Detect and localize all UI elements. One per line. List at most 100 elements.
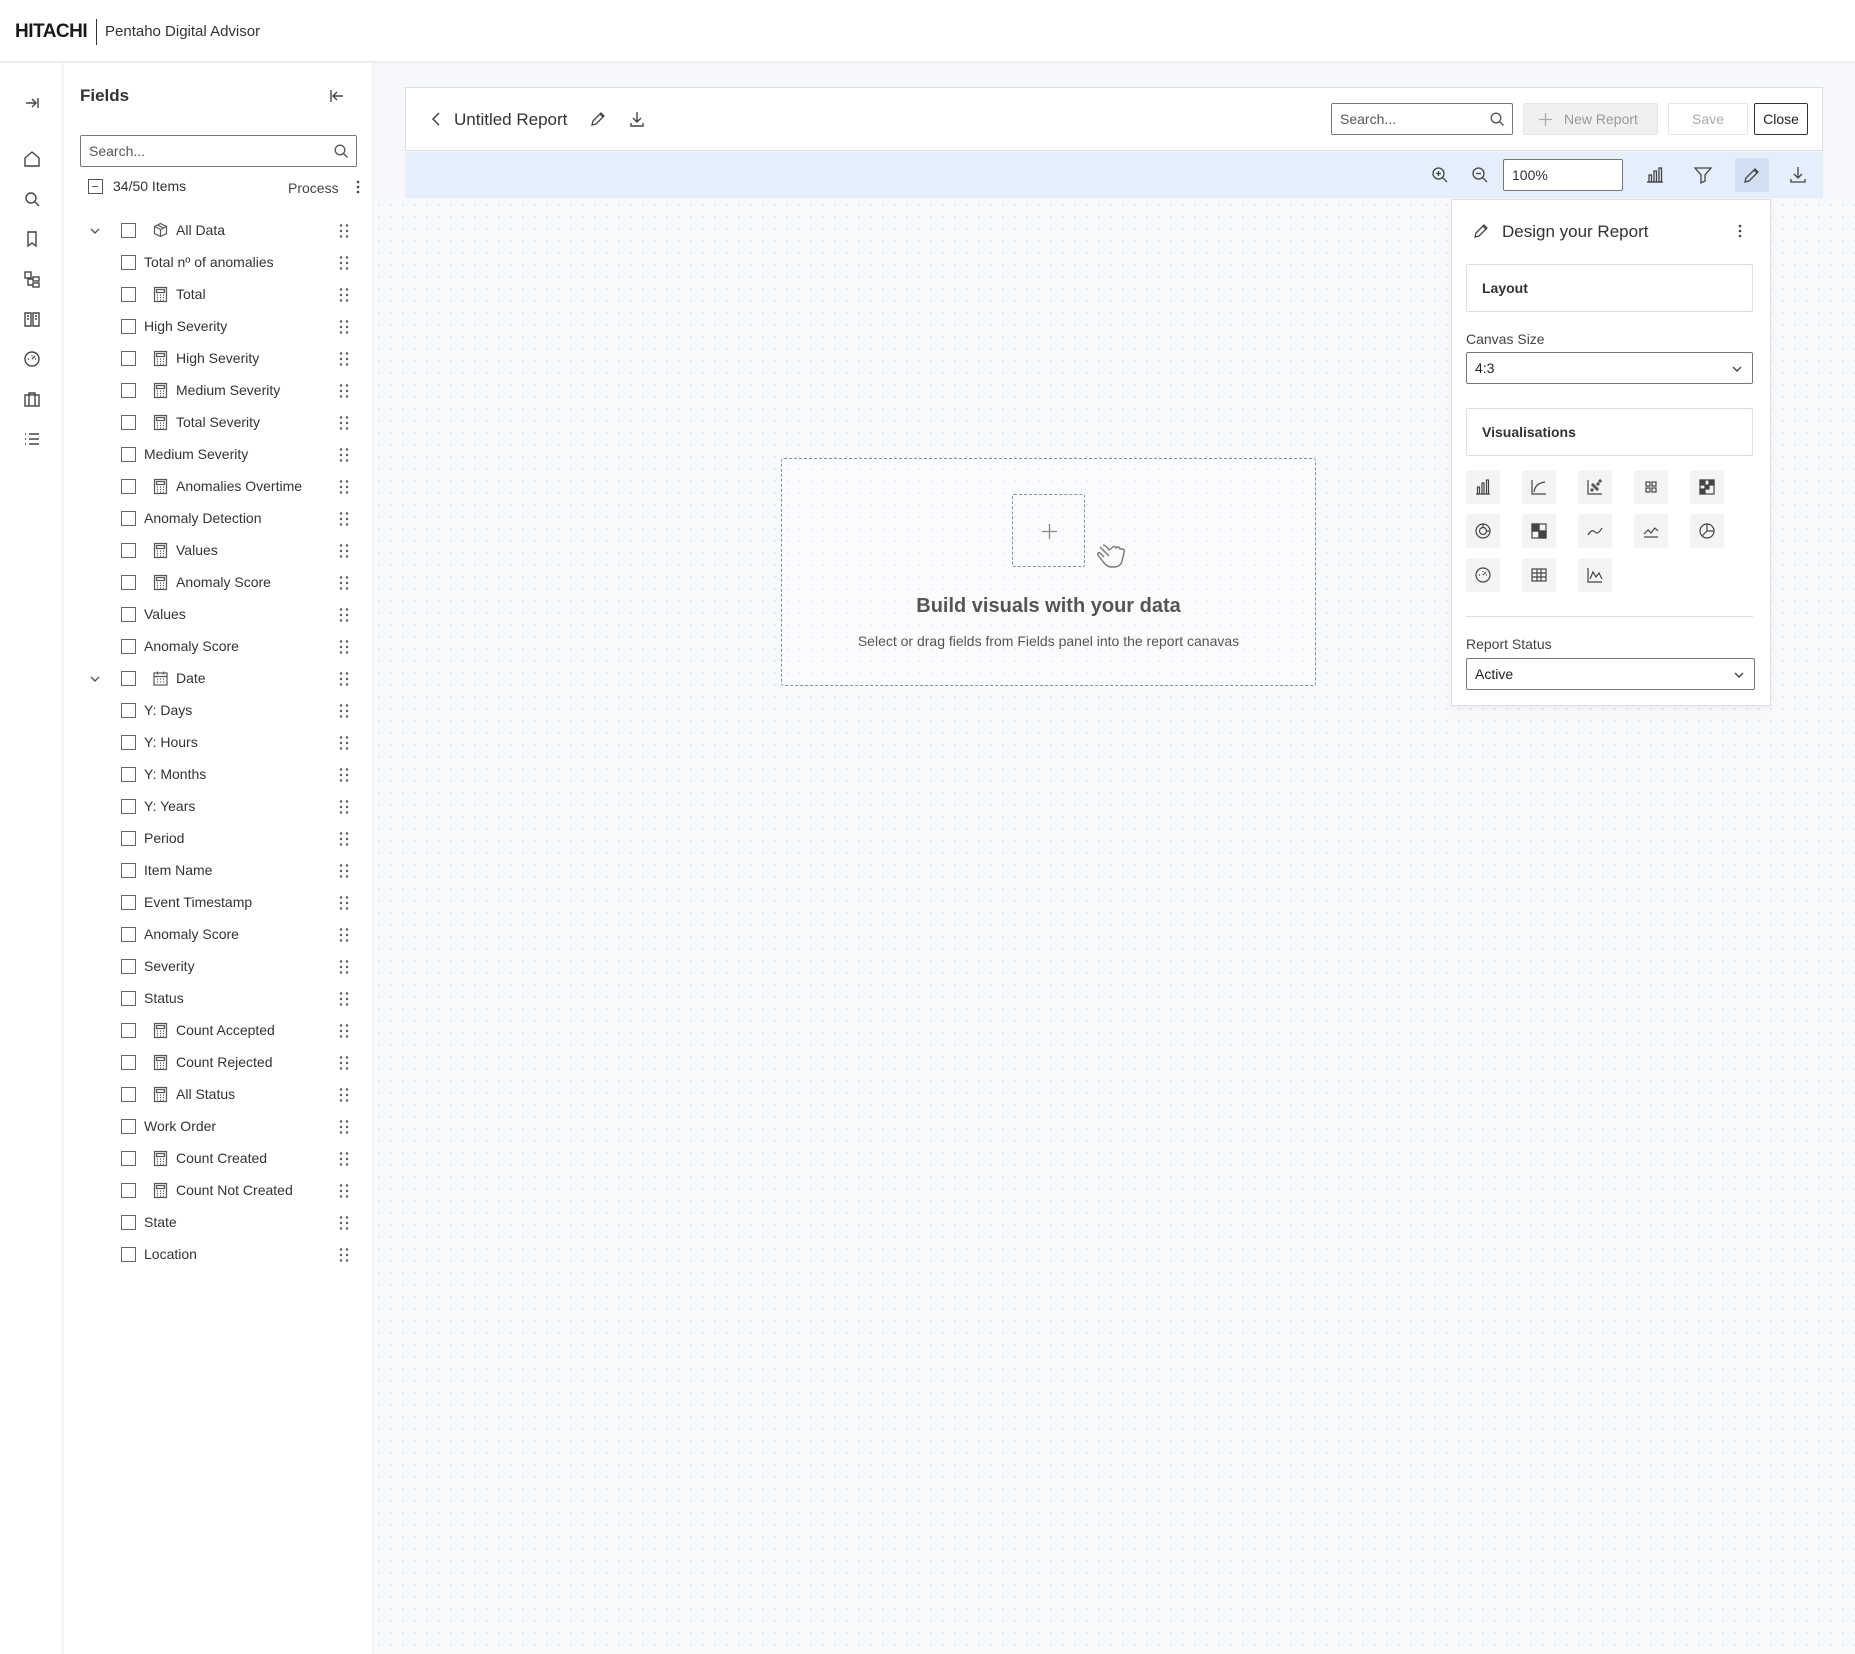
drag-handle-icon[interactable] [337, 863, 351, 879]
field-row[interactable]: Anomaly Score [64, 570, 354, 596]
pie-chart-icon[interactable] [1690, 514, 1724, 548]
search-icon[interactable] [333, 143, 349, 159]
drag-handle-icon[interactable] [337, 543, 351, 559]
drag-handle-icon[interactable] [337, 895, 351, 911]
field-checkbox[interactable] [121, 959, 136, 974]
drag-handle-icon[interactable] [337, 927, 351, 943]
field-checkbox[interactable] [121, 1215, 136, 1230]
drag-handle-icon[interactable] [337, 671, 351, 687]
field-row[interactable]: Total nº of anomalies [64, 250, 354, 276]
field-row[interactable]: Count Rejected [64, 1050, 354, 1076]
select-all-checkbox[interactable] [88, 179, 103, 194]
filter-icon[interactable] [1693, 165, 1713, 185]
field-row[interactable]: Count Accepted [64, 1018, 354, 1044]
field-checkbox[interactable] [121, 255, 136, 270]
field-checkbox[interactable] [121, 1055, 136, 1070]
field-row[interactable]: High Severity [64, 314, 354, 340]
drag-handle-icon[interactable] [337, 1087, 351, 1103]
field-row[interactable]: State [64, 1210, 354, 1236]
list-icon[interactable] [22, 429, 42, 449]
visualisations-section[interactable]: Visualisations [1466, 408, 1753, 456]
field-row[interactable]: Anomaly Detection [64, 506, 354, 532]
field-row[interactable]: Work Order [64, 1114, 354, 1140]
download-icon[interactable] [1788, 165, 1808, 185]
field-checkbox[interactable] [121, 319, 136, 334]
field-checkbox[interactable] [121, 735, 136, 750]
field-checkbox[interactable] [121, 1119, 136, 1134]
field-row[interactable]: Status [64, 986, 354, 1012]
drag-handle-icon[interactable] [337, 1215, 351, 1231]
process-button[interactable]: Process [288, 180, 339, 196]
line-chart-icon[interactable] [1578, 514, 1612, 548]
field-checkbox[interactable] [121, 767, 136, 782]
heatmap-icon[interactable] [1690, 470, 1724, 504]
chevron-down-icon[interactable] [88, 672, 102, 686]
drag-handle-icon[interactable] [337, 767, 351, 783]
drag-handle-icon[interactable] [337, 799, 351, 815]
drag-handle-icon[interactable] [337, 415, 351, 431]
field-checkbox[interactable] [121, 895, 136, 910]
field-checkbox[interactable] [121, 607, 136, 622]
table-icon[interactable] [1522, 558, 1556, 592]
zoom-in-icon[interactable] [1430, 165, 1450, 185]
field-checkbox[interactable] [121, 1247, 136, 1262]
field-checkbox[interactable] [121, 703, 136, 718]
field-row[interactable]: Total [64, 282, 354, 308]
field-row[interactable]: Values [64, 602, 354, 628]
field-group-row[interactable]: All Data [64, 218, 354, 244]
field-checkbox[interactable] [121, 223, 136, 238]
download-icon[interactable] [628, 110, 646, 128]
gauge-icon[interactable] [22, 349, 42, 369]
chevron-down-icon[interactable] [88, 224, 102, 238]
drag-handle-icon[interactable] [337, 383, 351, 399]
back-chevron-icon[interactable] [428, 110, 446, 128]
drag-handle-icon[interactable] [337, 1023, 351, 1039]
drag-handle-icon[interactable] [337, 1247, 351, 1263]
field-row[interactable]: Y: Hours [64, 730, 354, 756]
drag-handle-icon[interactable] [337, 479, 351, 495]
zoom-input[interactable] [1504, 160, 1622, 190]
new-report-button[interactable]: New Report [1523, 103, 1658, 135]
drag-handle-icon[interactable] [337, 351, 351, 367]
field-row[interactable]: Anomalies Overtime [64, 474, 354, 500]
search-icon[interactable] [1489, 111, 1505, 127]
field-row[interactable]: Location [64, 1242, 354, 1268]
multi-line-chart-icon[interactable] [1578, 558, 1612, 592]
field-checkbox[interactable] [121, 991, 136, 1006]
field-checkbox[interactable] [121, 863, 136, 878]
donut-chart-icon[interactable] [1466, 514, 1500, 548]
field-row[interactable]: Item Name [64, 858, 354, 884]
drag-handle-icon[interactable] [337, 319, 351, 335]
bookmark-icon[interactable] [22, 229, 42, 249]
drag-handle-icon[interactable] [337, 255, 351, 271]
book-icon[interactable] [22, 309, 42, 329]
field-row[interactable]: Y: Years [64, 794, 354, 820]
drag-handle-icon[interactable] [337, 703, 351, 719]
drag-handle-icon[interactable] [337, 511, 351, 527]
hierarchy-icon[interactable] [22, 269, 42, 289]
field-checkbox[interactable] [121, 351, 136, 366]
field-row[interactable]: Medium Severity [64, 378, 354, 404]
field-group-row[interactable]: Date [64, 666, 354, 692]
home-icon[interactable] [22, 149, 42, 169]
field-checkbox[interactable] [121, 511, 136, 526]
field-row[interactable]: Count Not Created [64, 1178, 354, 1204]
more-vertical-icon[interactable] [1732, 222, 1748, 240]
field-checkbox[interactable] [121, 575, 136, 590]
field-checkbox[interactable] [121, 671, 136, 686]
field-row[interactable]: High Severity [64, 346, 354, 372]
field-checkbox[interactable] [121, 1087, 136, 1102]
field-row[interactable]: Anomaly Score [64, 634, 354, 660]
drag-handle-icon[interactable] [337, 607, 351, 623]
area-chart-icon[interactable] [1522, 470, 1556, 504]
field-row[interactable]: Medium Severity [64, 442, 354, 468]
more-vertical-icon[interactable] [350, 179, 366, 195]
pencil-icon[interactable] [589, 110, 607, 128]
scatter-chart-icon[interactable] [1578, 470, 1612, 504]
field-checkbox[interactable] [121, 415, 136, 430]
line-markers-chart-icon[interactable] [1634, 514, 1668, 548]
gauge-chart-icon[interactable] [1466, 558, 1500, 592]
save-button[interactable]: Save [1668, 103, 1748, 135]
field-checkbox[interactable] [121, 639, 136, 654]
field-row[interactable]: Anomaly Score [64, 922, 354, 948]
